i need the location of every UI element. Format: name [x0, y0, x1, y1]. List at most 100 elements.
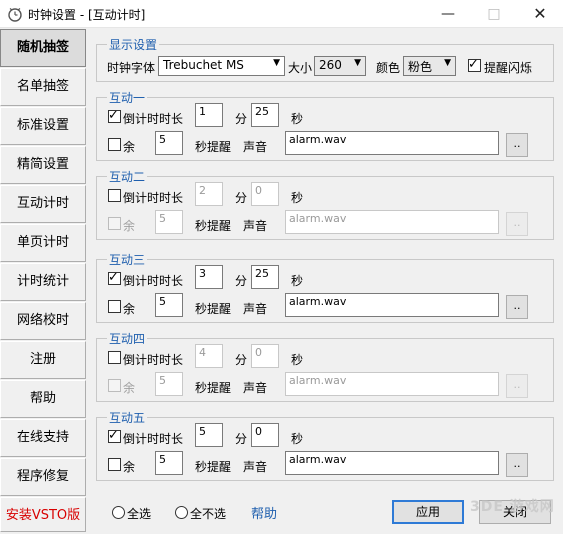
- browse-button-4[interactable]: ..: [506, 374, 528, 398]
- size-label: 大小: [288, 61, 313, 75]
- remain-checkbox-5[interactable]: [108, 458, 121, 471]
- sound-file-input-2[interactable]: alarm.wav: [285, 210, 499, 234]
- minutes-unit-2: 分: [235, 191, 248, 205]
- countdown-checkbox-1[interactable]: ✓: [108, 108, 121, 123]
- close-window-button[interactable]: ✕: [517, 0, 563, 28]
- minutes-input-3[interactable]: 3: [195, 265, 223, 289]
- sound-label-5: 声音: [243, 460, 268, 474]
- seconds-unit-3: 秒: [291, 274, 304, 288]
- remind-label-3: 秒提醒: [195, 302, 232, 316]
- help-link[interactable]: 帮助: [251, 503, 277, 522]
- sidebar-item-network-time[interactable]: 网络校时: [0, 302, 86, 340]
- color-value: 粉色: [408, 60, 433, 74]
- select-all-radio[interactable]: [112, 506, 125, 519]
- sidebar-item-timer-stats[interactable]: 计时统计: [0, 263, 86, 301]
- seconds-input-2[interactable]: 0: [251, 182, 279, 206]
- remain-checkbox-1[interactable]: [108, 138, 121, 151]
- seconds-input-1[interactable]: 25: [251, 103, 279, 127]
- countdown-label-2: 倒计时时长: [123, 191, 184, 205]
- sidebar: 随机抽签 名单抽签 标准设置 精简设置 互动计时 单页计时 计时统计 网络校时 …: [0, 29, 86, 532]
- minutes-input-4[interactable]: 4: [195, 344, 223, 368]
- chevron-down-icon: ▼: [354, 58, 361, 68]
- countdown-label-3: 倒计时时长: [123, 274, 184, 288]
- check-icon: ✓: [468, 57, 479, 72]
- sidebar-item-simple-settings[interactable]: 精简设置: [0, 146, 86, 184]
- sidebar-item-name-list-draw[interactable]: 名单抽签: [0, 68, 86, 106]
- apply-button[interactable]: 应用: [392, 500, 464, 524]
- seconds-unit-4: 秒: [291, 353, 304, 367]
- maximize-button[interactable]: □: [471, 0, 517, 28]
- seconds-input-4[interactable]: 0: [251, 344, 279, 368]
- remind-label-2: 秒提醒: [195, 219, 232, 233]
- countdown-checkbox-5[interactable]: ✓: [108, 428, 121, 443]
- remind-label-5: 秒提醒: [195, 460, 232, 474]
- sound-file-input-1[interactable]: alarm.wav: [285, 131, 499, 155]
- sidebar-item-program-repair[interactable]: 程序修复: [0, 458, 86, 496]
- sidebar-item-online-support[interactable]: 在线支持: [0, 419, 86, 457]
- minutes-input-5[interactable]: 5: [195, 423, 223, 447]
- remind-label-4: 秒提醒: [195, 381, 232, 395]
- remain-checkbox-3[interactable]: [108, 300, 121, 313]
- sound-label-3: 声音: [243, 302, 268, 316]
- sound-file-input-4[interactable]: alarm.wav: [285, 372, 499, 396]
- flash-checkbox[interactable]: ✓: [468, 57, 481, 72]
- minutes-unit-4: 分: [235, 353, 248, 367]
- group-4-title: 互动四: [107, 330, 148, 347]
- countdown-label-5: 倒计时时长: [123, 432, 184, 446]
- sound-file-input-5[interactable]: alarm.wav: [285, 451, 499, 475]
- sidebar-item-install-vsto[interactable]: 安装VSTO版: [0, 497, 86, 532]
- color-label: 颜色: [376, 61, 401, 75]
- window-title: 时钟设置 - [互动计时]: [28, 8, 146, 22]
- minutes-unit-5: 分: [235, 432, 248, 446]
- color-select[interactable]: 粉色 ▼: [403, 56, 456, 76]
- select-none-radio[interactable]: [175, 506, 188, 519]
- clock-font-label: 时钟字体: [107, 61, 156, 75]
- browse-button-5[interactable]: ..: [506, 453, 528, 477]
- select-all-label: 全选: [127, 507, 152, 521]
- countdown-checkbox-3[interactable]: ✓: [108, 270, 121, 285]
- browse-button-1[interactable]: ..: [506, 133, 528, 157]
- remain-seconds-input-5[interactable]: 5: [155, 451, 183, 475]
- remain-seconds-input-1[interactable]: 5: [155, 131, 183, 155]
- clock-font-select[interactable]: Trebuchet MS ▼: [158, 56, 285, 76]
- flash-label: 提醒闪烁: [484, 61, 533, 75]
- select-none-label: 全不选: [190, 507, 227, 521]
- sidebar-item-interactive-timer[interactable]: 互动计时: [0, 185, 86, 223]
- sidebar-item-help[interactable]: 帮助: [0, 380, 86, 418]
- browse-button-3[interactable]: ..: [506, 295, 528, 319]
- browse-button-2[interactable]: ..: [506, 212, 528, 236]
- group-3-title: 互动三: [107, 251, 148, 268]
- watermark: 3DE 游戏网: [470, 499, 555, 515]
- size-select[interactable]: 260 ▼: [314, 56, 366, 76]
- sidebar-item-single-page-timer[interactable]: 单页计时: [0, 224, 86, 262]
- seconds-unit-2: 秒: [291, 191, 304, 205]
- countdown-checkbox-4[interactable]: [108, 351, 121, 364]
- seconds-input-3[interactable]: 25: [251, 265, 279, 289]
- seconds-unit-5: 秒: [291, 432, 304, 446]
- sidebar-item-standard-settings[interactable]: 标准设置: [0, 107, 86, 145]
- sidebar-item-register[interactable]: 注册: [0, 341, 86, 379]
- title-bar: 时钟设置 - [互动计时] — □ ✕: [0, 0, 563, 28]
- group-2-title: 互动二: [107, 168, 148, 185]
- sound-label-1: 声音: [243, 140, 268, 154]
- countdown-checkbox-2[interactable]: [108, 189, 121, 202]
- minutes-input-1[interactable]: 1: [195, 103, 223, 127]
- seconds-input-5[interactable]: 0: [251, 423, 279, 447]
- sidebar-item-random-draw[interactable]: 随机抽签: [0, 29, 86, 67]
- remain-label-1: 余: [123, 140, 136, 154]
- size-value: 260: [319, 58, 342, 72]
- settings-window: 时钟设置 - [互动计时] — □ ✕ 随机抽签 名单抽签 标准设置 精简设置 …: [0, 0, 563, 532]
- minutes-input-2[interactable]: 2: [195, 182, 223, 206]
- seconds-unit-1: 秒: [291, 112, 304, 126]
- remain-checkbox-4[interactable]: [108, 379, 121, 392]
- remain-seconds-input-3[interactable]: 5: [155, 293, 183, 317]
- remain-seconds-input-4[interactable]: 5: [155, 372, 183, 396]
- minimize-button[interactable]: —: [425, 0, 471, 28]
- sound-file-input-3[interactable]: alarm.wav: [285, 293, 499, 317]
- remain-seconds-input-2[interactable]: 5: [155, 210, 183, 234]
- remain-label-4: 余: [123, 381, 136, 395]
- group-5-title: 互动五: [107, 409, 148, 426]
- check-icon: ✓: [108, 428, 119, 443]
- remain-checkbox-2[interactable]: [108, 217, 121, 230]
- clock-app-icon: [8, 8, 22, 22]
